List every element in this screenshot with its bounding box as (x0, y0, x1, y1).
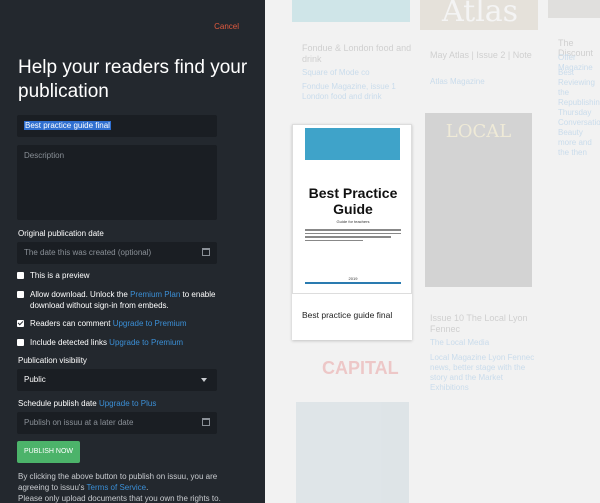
cover-local-text: LOCAL (445, 121, 512, 142)
cover-subtitle: Guide for teachers (336, 219, 370, 224)
pub-desc-3: Best Reviewing the Republishing Thursday… (558, 68, 600, 157)
pub-publisher-1: Square of Mode co (302, 68, 370, 77)
chevron-down-icon (201, 378, 207, 382)
schedule-upgrade-link[interactable]: Upgrade to Plus (99, 399, 156, 408)
pub-title-1: Fondue & London food and drink (302, 43, 412, 64)
schedule-placeholder: Publish on issuu at a later date (24, 418, 134, 427)
schedule-label: Schedule publish date Upgrade to Plus (18, 399, 157, 408)
download-option[interactable]: Allow download. Unlock the Premium Plan … (17, 289, 227, 311)
pub-title-2: May Atlas | Issue 2 | Note (430, 50, 532, 60)
pub-publisher-2: Atlas Magazine (430, 77, 485, 86)
links-label: Include detected links Upgrade to Premiu… (30, 338, 183, 347)
rights-notice: Please only upload documents that you ow… (18, 494, 221, 503)
cover-rule (305, 282, 401, 284)
premium-plan-link[interactable]: Premium Plan (130, 290, 180, 299)
calendar-icon[interactable] (202, 418, 210, 426)
cover-fondue (292, 0, 410, 22)
pub-date-placeholder: The date this was created (optional) (24, 248, 152, 257)
cover-illustration (296, 402, 409, 503)
cover-year: 2019 (348, 276, 358, 281)
publish-panel: Cancel Help your readers find your publi… (0, 0, 265, 503)
pub-publisher-4: The Local Media (430, 338, 490, 347)
publication-cover: Best Practice Guide Guide for teachers 2… (292, 124, 412, 294)
links-option[interactable]: Include detected links Upgrade to Premiu… (17, 337, 227, 348)
visibility-value: Public (24, 375, 46, 384)
cover-local: LOCAL (425, 113, 532, 287)
visibility-label: Publication visibility (18, 356, 87, 365)
calendar-icon[interactable] (202, 248, 210, 256)
cover-band (305, 128, 400, 160)
description-placeholder: Description (24, 151, 65, 160)
comment-label: Readers can comment Upgrade to Premium (30, 319, 187, 328)
terms-notice: By clicking the above button to publish … (18, 472, 221, 503)
comment-upgrade-link[interactable]: Upgrade to Premium (113, 319, 187, 328)
publication-card[interactable]: Best Practice Guide Guide for teachers 2… (292, 124, 412, 340)
pub-date-input[interactable]: The date this was created (optional) (17, 242, 217, 264)
cover-discount (548, 0, 600, 18)
title-input[interactable]: Best practice guide final (17, 115, 217, 137)
cover-atlas: Atlas (420, 0, 538, 30)
links-upgrade-link[interactable]: Upgrade to Premium (109, 338, 183, 347)
pub-date-label: Original publication date (18, 229, 104, 238)
cover-title: Best Practice Guide (308, 185, 398, 217)
visibility-select[interactable]: Public (17, 369, 217, 391)
comment-checkbox[interactable] (17, 320, 24, 327)
schedule-input[interactable]: Publish on issuu at a later date (17, 412, 217, 434)
preview-option[interactable]: This is a preview (17, 270, 227, 281)
description-input[interactable]: Description (17, 145, 217, 220)
publish-now-button[interactable]: PUBLISH NOW (17, 441, 80, 463)
title-input-value: Best practice guide final (24, 121, 111, 130)
comment-option[interactable]: Readers can comment Upgrade to Premium (17, 318, 227, 329)
download-label: Allow download. Unlock the Premium Plan … (30, 290, 216, 310)
terms-link[interactable]: Terms of Service (87, 483, 147, 492)
publication-caption: Best practice guide final (302, 310, 393, 320)
links-checkbox[interactable] (17, 339, 24, 346)
pub-desc-4: Local Magazine Lyon Fennec news, better … (430, 353, 535, 392)
pub-desc-1: Fondue Magazine, issue 1 London food and… (302, 82, 396, 101)
pub-title-4: Issue 10 The Local Lyon Fennec (430, 313, 528, 334)
preview-label: This is a preview (30, 271, 90, 280)
cover-body-lines (305, 229, 401, 243)
cancel-link[interactable]: Cancel (214, 22, 239, 31)
cover-atlas-text: Atlas (442, 0, 519, 29)
panel-headline: Help your readers find your publication (18, 57, 248, 102)
cover-capital: CAPITAL (322, 358, 399, 378)
preview-checkbox[interactable] (17, 272, 24, 279)
download-checkbox[interactable] (17, 291, 24, 298)
